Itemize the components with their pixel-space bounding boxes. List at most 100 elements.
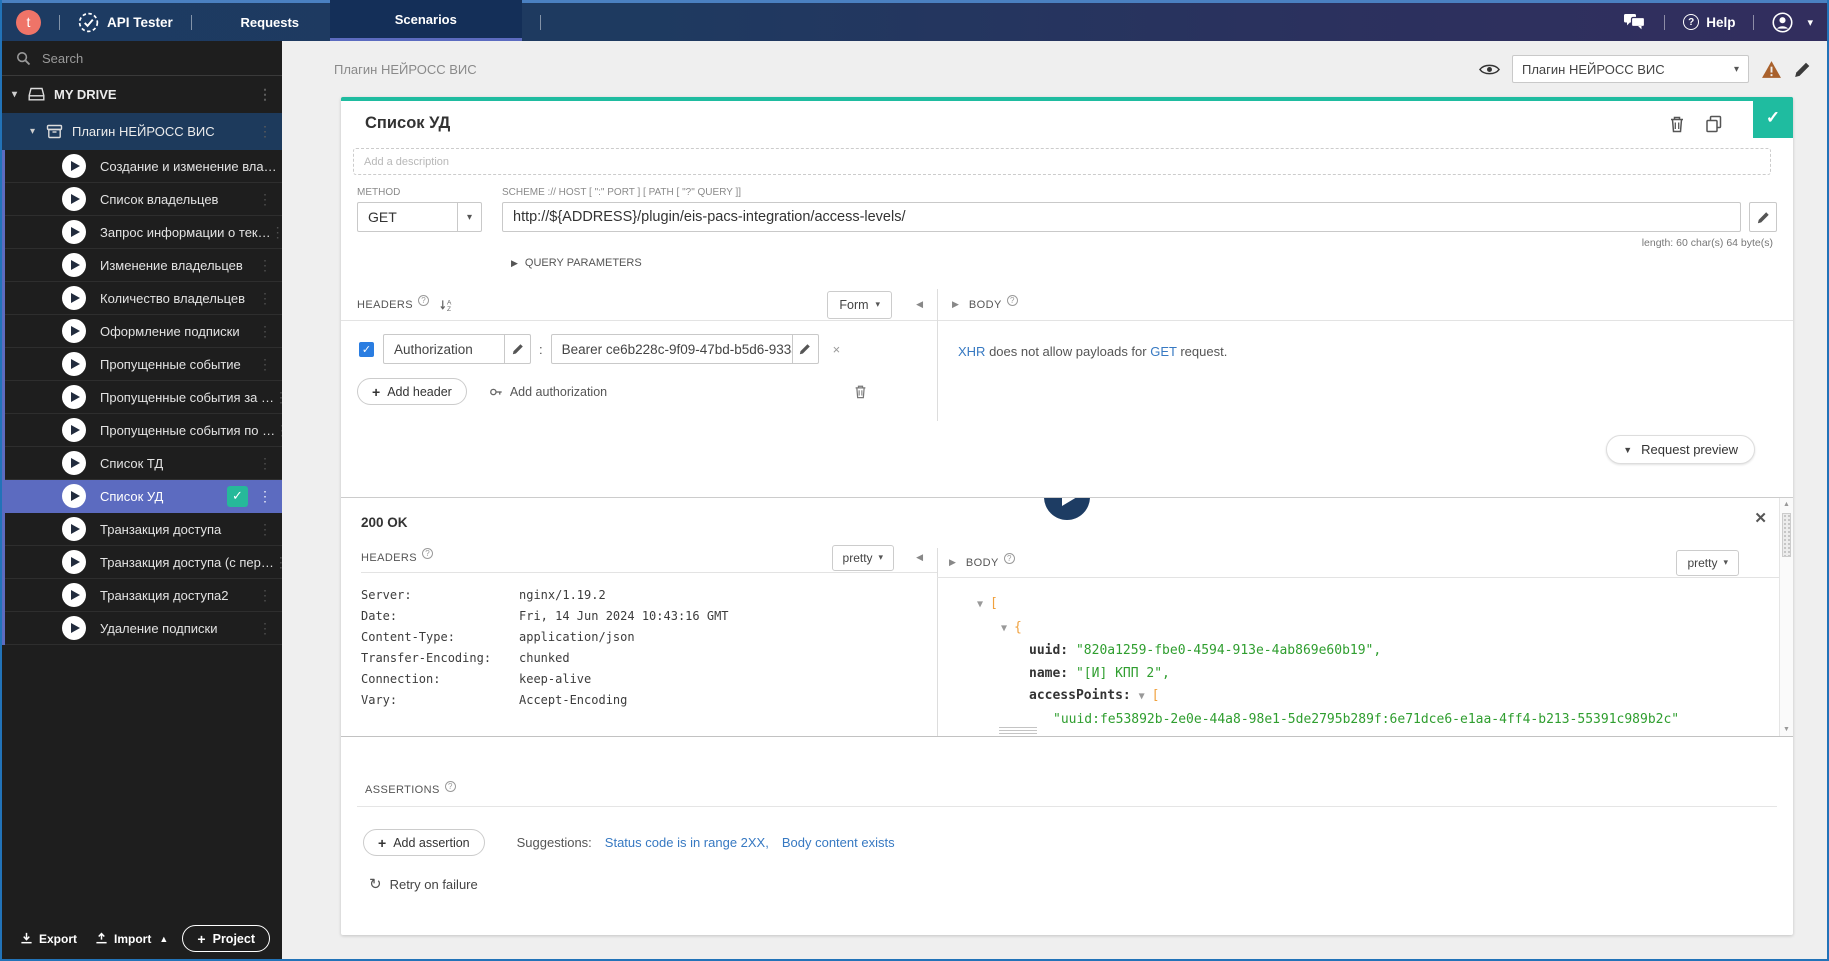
account-icon[interactable] — [1772, 11, 1793, 33]
scrollbar-thumb[interactable] — [1782, 513, 1791, 557]
chevron-down-icon[interactable]: ▾ — [30, 126, 46, 137]
play-icon[interactable] — [62, 385, 86, 409]
xhr-link[interactable]: XHR — [958, 344, 985, 359]
response-scrollbar[interactable]: ▲ ▼ — [1779, 498, 1793, 736]
play-icon[interactable] — [62, 286, 86, 310]
header-value-wand-icon[interactable] — [792, 334, 819, 364]
expand-panel-right-arrow[interactable]: ▶ — [952, 299, 959, 310]
expand-panel-right-arrow[interactable]: ▶ — [949, 557, 956, 568]
play-icon[interactable] — [62, 451, 86, 475]
kebab-menu-icon[interactable]: ⋮ — [258, 323, 272, 340]
sort-az-icon[interactable]: AZ — [439, 298, 454, 312]
add-header-button[interactable]: + Add header — [357, 378, 467, 405]
header-value-input[interactable]: Bearer ce6b228c-9f09-47bd-b5d6-933abc8 — [550, 334, 793, 364]
chevron-down-icon[interactable]: ▾ — [457, 203, 481, 231]
add-authorization-button[interactable]: Add authorization — [489, 385, 607, 399]
list-item[interactable]: Пропущенные события по …⋮ — [2, 414, 282, 447]
play-icon[interactable] — [62, 550, 86, 574]
retry-on-failure-toggle[interactable]: ↻ Retry on failure — [357, 875, 1777, 893]
query-parameters-toggle[interactable]: ▶ QUERY PARAMETERS — [341, 249, 1793, 269]
collapse-toggle-icon[interactable]: ▼ — [1001, 623, 1007, 634]
duplicate-copy-icon[interactable] — [1705, 115, 1723, 133]
header-enabled-checkbox[interactable]: ✓ — [359, 341, 374, 357]
list-item[interactable]: Транзакция доступа ⋮ — [2, 513, 282, 546]
sidebar-item-project[interactable]: ▾ Плагин НЕЙРОСС ВИС ⋮ — [2, 113, 282, 150]
scroll-down-arrow[interactable]: ▼ — [1780, 726, 1793, 733]
list-item[interactable]: Запрос информации о тек…⋮ — [2, 216, 282, 249]
play-icon[interactable] — [62, 484, 86, 508]
kebab-menu-icon[interactable]: ⋮ — [274, 554, 282, 571]
account-chevron-down-icon[interactable]: ▾ — [1807, 16, 1813, 29]
play-icon[interactable] — [62, 583, 86, 607]
help-button[interactable]: ? Help — [1683, 14, 1735, 30]
sidebar-item-my-drive[interactable]: ▾ MY DRIVE ⋮ — [2, 76, 282, 113]
edit-pencil-icon[interactable] — [1794, 61, 1811, 78]
import-button[interactable]: Import ▲ — [95, 932, 168, 946]
body-pretty-dropdown[interactable]: pretty ▾ — [1676, 549, 1739, 576]
chevron-down-icon[interactable]: ▾ — [12, 89, 28, 100]
url-edit-wand-icon[interactable] — [1749, 202, 1777, 232]
play-icon[interactable] — [62, 187, 86, 211]
environment-select[interactable]: Плагин НЕЙРОСС ВИС ▾ — [1512, 55, 1749, 83]
tab-requests[interactable]: Requests — [210, 3, 330, 41]
list-item[interactable]: Удаление подписки ⋮ — [2, 612, 282, 645]
list-item[interactable]: Транзакция доступа (с пер…⋮ — [2, 546, 282, 579]
help-question-icon[interactable]: ? — [1003, 553, 1015, 564]
header-name-input[interactable]: Authorization — [383, 334, 505, 364]
list-item[interactable]: Количество владельцев ⋮ — [2, 282, 282, 315]
play-icon[interactable] — [62, 253, 86, 277]
user-avatar[interactable]: t — [16, 9, 41, 35]
help-question-icon[interactable]: ? — [1006, 295, 1018, 306]
warning-icon[interactable] — [1761, 60, 1782, 79]
new-project-button[interactable]: + Project — [182, 925, 270, 952]
delete-trash-icon[interactable] — [1669, 115, 1685, 133]
collapse-panel-left-arrow[interactable]: ◀ — [916, 552, 923, 563]
kebab-menu-icon[interactable]: ⋮ — [258, 356, 272, 373]
feedback-chat-icon[interactable] — [1623, 13, 1646, 32]
collapse-toggle-icon[interactable]: ▼ — [1139, 691, 1145, 702]
kebab-menu-icon[interactable]: ⋮ — [271, 224, 282, 241]
delete-headers-trash-icon[interactable] — [854, 384, 867, 399]
collapse-panel-left-arrow[interactable]: ◀ — [916, 299, 923, 310]
header-name-wand-icon[interactable] — [505, 334, 531, 364]
play-icon[interactable] — [62, 352, 86, 376]
help-question-icon[interactable]: ? — [444, 780, 456, 792]
kebab-menu-icon[interactable]: ⋮ — [258, 455, 272, 472]
kebab-menu-icon[interactable]: ⋮ — [275, 422, 282, 439]
headers-pretty-dropdown[interactable]: pretty ▾ — [831, 544, 895, 571]
confirm-check-button[interactable]: ✓ — [1753, 97, 1793, 138]
horizontal-scrollbar-thumb[interactable] — [999, 727, 1037, 734]
help-question-icon[interactable]: ? — [417, 295, 429, 306]
list-item[interactable]: Пропущенные события за …⋮ — [2, 381, 282, 414]
list-item[interactable]: Список владельцев ⋮ — [2, 183, 282, 216]
request-preview-button[interactable]: ▼ Request preview — [1606, 435, 1755, 464]
get-link[interactable]: GET — [1150, 344, 1177, 359]
search-input[interactable]: Search — [2, 41, 282, 76]
export-button[interactable]: Export — [20, 932, 77, 946]
list-item[interactable]: Пропущенные событие ⋮ — [2, 348, 282, 381]
scroll-up-arrow[interactable]: ▲ — [1780, 501, 1793, 508]
play-icon[interactable] — [62, 319, 86, 343]
suggestion-link-status-code[interactable]: Status code is in range 2XX, — [605, 835, 769, 850]
kebab-menu-icon[interactable]: ⋮ — [258, 257, 272, 274]
kebab-menu-icon[interactable]: ⋮ — [258, 290, 272, 307]
tab-scenarios[interactable]: Scenarios — [329, 0, 522, 41]
url-input[interactable]: http://${ADDRESS}/plugin/eis-pacs-integr… — [502, 202, 1741, 232]
eye-icon[interactable] — [1479, 62, 1500, 77]
kebab-menu-icon[interactable]: ⋮ — [258, 620, 272, 637]
kebab-menu-icon[interactable]: ⋮ — [258, 488, 272, 505]
close-response-icon[interactable]: ✕ — [1754, 509, 1767, 527]
kebab-menu-icon[interactable]: ⋮ — [258, 587, 272, 604]
list-item[interactable]: Изменение владельцев ⋮ — [2, 249, 282, 282]
play-icon[interactable] — [62, 616, 86, 640]
kebab-menu-icon[interactable]: ⋮ — [258, 123, 272, 140]
play-icon[interactable] — [62, 154, 86, 178]
add-assertion-button[interactable]: + Add assertion — [363, 829, 485, 856]
description-input[interactable]: Add a description — [353, 148, 1771, 175]
method-select[interactable]: GET ▾ — [357, 202, 482, 232]
remove-header-icon[interactable]: × — [833, 342, 841, 357]
list-item[interactable]: Транзакция доступа2 ⋮ — [2, 579, 282, 612]
list-item[interactable]: Список ТД ⋮ — [2, 447, 282, 480]
list-item-selected[interactable]: Список УД ✓ ⋮ — [2, 480, 282, 513]
collapse-toggle-icon[interactable]: ▼ — [977, 599, 983, 610]
